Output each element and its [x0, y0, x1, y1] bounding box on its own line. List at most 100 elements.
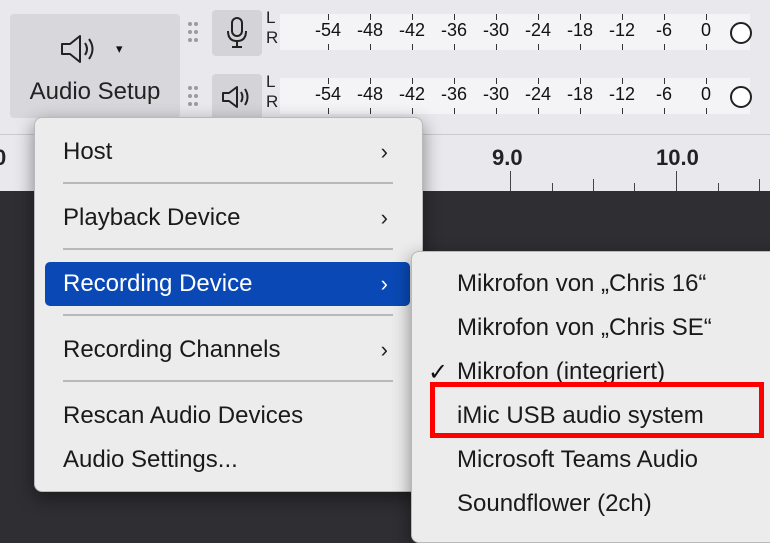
timeline-tick: [593, 179, 594, 191]
meter-tick: [622, 108, 623, 114]
menu-separator: [63, 248, 393, 250]
menu-item-playback-device[interactable]: Playback Device ›: [45, 196, 410, 240]
meter-tick-label: -24: [524, 20, 552, 40]
chevron-right-icon: ›: [380, 271, 388, 296]
meter-tick-label: -48: [356, 20, 384, 40]
menu-item-recording-device[interactable]: Recording Device ›: [45, 262, 410, 306]
channel-right-label: R: [266, 92, 279, 111]
meter-tick-label: -12: [608, 20, 636, 40]
timeline-tick: [676, 171, 677, 191]
menu-item-label: Audio Settings...: [63, 446, 238, 473]
meter-tick-label: -54: [314, 20, 342, 40]
menu-separator: [63, 314, 393, 316]
playback-meter[interactable]: -54 -48 -42 -36 -30 -24 -18 -12 -6 0: [280, 72, 760, 118]
meter-tick-label: -18: [566, 84, 594, 104]
meter-tick: [412, 108, 413, 114]
audio-setup-menu: Host › Playback Device › Recording Devic…: [34, 117, 423, 492]
meter-slider-knob[interactable]: [730, 86, 752, 108]
meter-tick: [622, 44, 623, 50]
toolbar: ▾ Audio Setup L R -54 -48 -42 -36 -30 -24 -18-…: [0, 0, 770, 134]
timeline-label: 9.0: [492, 145, 523, 170]
meter-tick: [706, 44, 707, 50]
meter-tick: [412, 44, 413, 50]
meter-slider-knob[interactable]: [730, 22, 752, 44]
meter-tick-label: -30: [482, 20, 510, 40]
channel-left-label: L: [266, 72, 276, 91]
meter-tick-label: -24: [524, 84, 552, 104]
meter-tick-label: -6: [655, 20, 673, 40]
meter-tick: [370, 108, 371, 114]
menu-item-rescan-audio-devices[interactable]: Rescan Audio Devices: [45, 394, 410, 438]
menu-item-label: Recording Device: [63, 270, 253, 297]
device-label: Mikrofon von „Chris SE“: [457, 314, 712, 341]
meter-tick: [580, 44, 581, 50]
playback-meter-button[interactable]: [212, 74, 262, 120]
speaker-icon: [220, 84, 254, 115]
device-item-chris-16[interactable]: Mikrofon von „Chris 16“: [412, 262, 770, 306]
meter-tick-label: 0: [700, 84, 712, 104]
meter-tick: [538, 108, 539, 114]
menu-item-label: Rescan Audio Devices: [63, 402, 304, 429]
meter-tick-label: 0: [700, 20, 712, 40]
timeline-tick: [718, 183, 719, 191]
meter-tick: [664, 108, 665, 114]
chevron-right-icon: ›: [380, 337, 388, 362]
meter-tick: [496, 108, 497, 114]
meter-tick-label: -6: [655, 84, 673, 104]
meter-bar: [280, 78, 750, 114]
meter-tick: [454, 108, 455, 114]
timeline-tick: [759, 179, 760, 191]
channel-right-label: R: [266, 28, 279, 47]
meter-tick: [664, 44, 665, 50]
chevron-right-icon: ›: [380, 139, 388, 164]
meter-tick: [580, 108, 581, 114]
menu-item-recording-channels[interactable]: Recording Channels ›: [45, 328, 410, 372]
meter-tick-label: -42: [398, 84, 426, 104]
timeline-tick: [634, 183, 635, 191]
meter-tick: [370, 44, 371, 50]
meter-tick: [538, 44, 539, 50]
drag-grip-icon[interactable]: [186, 20, 200, 60]
menu-item-label: Recording Channels: [63, 336, 281, 363]
device-item-soundflower[interactable]: Soundflower (2ch): [412, 482, 770, 526]
speaker-icon: [58, 32, 102, 71]
device-label: Microsoft Teams Audio: [457, 446, 698, 473]
chevron-right-icon: ›: [380, 205, 388, 230]
menu-item-audio-settings[interactable]: Audio Settings...: [45, 438, 410, 482]
menu-item-label: Host: [63, 138, 113, 165]
meter-tick-label: -42: [398, 20, 426, 40]
meter-tick-label: -12: [608, 84, 636, 104]
chevron-down-icon: ▾: [116, 41, 123, 56]
recording-meter[interactable]: -54 -48 -42 -36 -30 -24 -18 -12 -6 0: [280, 8, 760, 54]
menu-separator: [63, 380, 393, 382]
device-label: Mikrofon von „Chris 16“: [457, 270, 707, 297]
playback-channel-labels: L R: [266, 72, 278, 112]
timeline-tick: [552, 183, 553, 191]
meter-tick: [328, 108, 329, 114]
timeline-label: 10.0: [656, 145, 699, 170]
meter-tick-label: -30: [482, 84, 510, 104]
meter-tick-label: -48: [356, 84, 384, 104]
device-item-chris-se[interactable]: Mikrofon von „Chris SE“: [412, 306, 770, 350]
device-label: Soundflower (2ch): [457, 490, 652, 517]
menu-item-host[interactable]: Host ›: [45, 130, 410, 174]
meter-tick-label: -18: [566, 20, 594, 40]
meter-tick: [496, 44, 497, 50]
recording-channel-labels: L R: [266, 8, 278, 48]
meter-tick: [454, 44, 455, 50]
meter-tick: [328, 44, 329, 50]
microphone-icon: [225, 16, 249, 55]
menu-separator: [63, 182, 393, 184]
meter-tick: [706, 108, 707, 114]
meter-bar: [280, 14, 750, 50]
device-item-microsoft-teams-audio[interactable]: Microsoft Teams Audio: [412, 438, 770, 482]
meter-tick-label: -54: [314, 84, 342, 104]
menu-item-label: Playback Device: [63, 204, 241, 231]
audio-setup-button[interactable]: ▾ Audio Setup: [10, 14, 180, 118]
meter-tick-label: -36: [440, 20, 468, 40]
channel-left-label: L: [266, 8, 276, 27]
annotation-highlight-box: [430, 382, 764, 438]
timeline-label: 0: [0, 145, 7, 170]
recording-meter-button[interactable]: [212, 10, 262, 56]
audio-setup-label: Audio Setup: [29, 78, 161, 105]
